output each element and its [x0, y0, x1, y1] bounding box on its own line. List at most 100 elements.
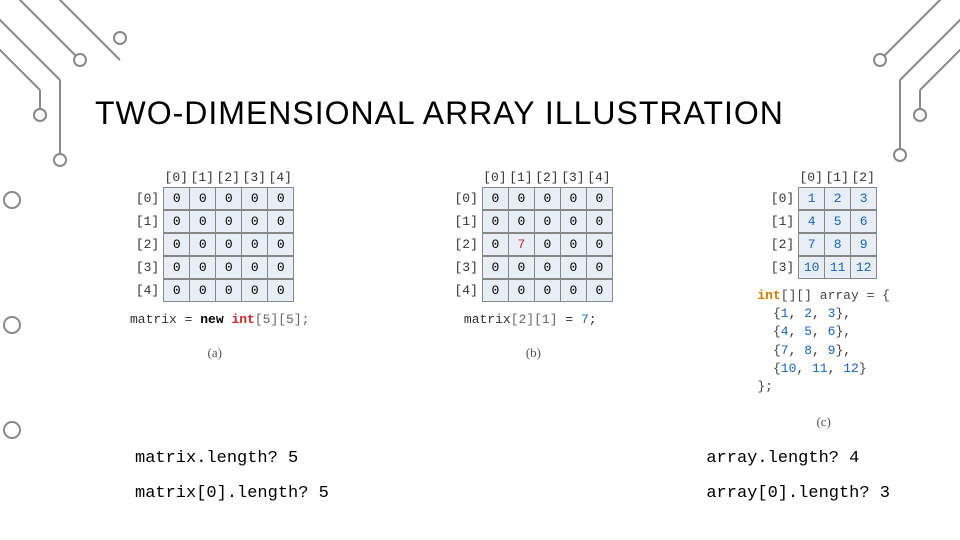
cell: 0 [164, 211, 190, 233]
row-header: [1] [135, 214, 163, 229]
col-headers-c: [0][1][2] [798, 170, 876, 185]
cell: 1 [799, 188, 825, 210]
cell: 0 [586, 234, 612, 256]
col-headers-b: [0][1][2][3][4] [482, 170, 612, 185]
col-header: [2] [215, 170, 241, 185]
cell: 0 [164, 257, 190, 279]
cell: 0 [586, 280, 612, 302]
code-row: {1, 2, 3}, [757, 306, 851, 321]
cell: 8 [825, 234, 851, 256]
cell: 7 [799, 234, 825, 256]
col-header: [1] [824, 170, 850, 185]
cell: 11 [825, 257, 851, 279]
col-header: [0] [163, 170, 189, 185]
cell: 0 [482, 188, 508, 210]
question-line: matrix.length? 5 [135, 441, 329, 477]
cell: 5 [825, 211, 851, 233]
cell: 0 [268, 257, 294, 279]
row-header: [4] [135, 283, 163, 298]
cell: 9 [851, 234, 877, 256]
cell: 0 [560, 234, 586, 256]
cell: 6 [851, 211, 877, 233]
row-header: [2] [770, 237, 798, 252]
row-header: [4] [454, 283, 482, 298]
col-header: [1] [508, 170, 534, 185]
cell: 10 [799, 257, 825, 279]
row-header: [2] [454, 237, 482, 252]
cell: 0 [268, 188, 294, 210]
questions-left: matrix.length? 5matrix[0].length? 5 [135, 441, 329, 512]
cell: 0 [164, 234, 190, 256]
cell: 0 [534, 211, 560, 233]
row-header: [0] [135, 191, 163, 206]
cell: 0 [268, 280, 294, 302]
cell: 0 [268, 211, 294, 233]
panel-a: [0][1][2][3][4] [0]00000[1]00000[2]00000… [120, 170, 309, 430]
cell: 0 [242, 280, 268, 302]
cell: 0 [164, 188, 190, 210]
row-header: [0] [770, 191, 798, 206]
cell: 0 [216, 257, 242, 279]
row-header: [1] [454, 214, 482, 229]
cell: 0 [190, 188, 216, 210]
cell: 0 [508, 257, 534, 279]
cell: 0 [560, 211, 586, 233]
cell: 0 [164, 280, 190, 302]
cell: 0 [534, 280, 560, 302]
cell: 0 [242, 257, 268, 279]
cell: 0 [586, 257, 612, 279]
cell: 7 [508, 234, 534, 256]
sub-a: (a) [208, 345, 222, 361]
cell: 0 [482, 280, 508, 302]
cell: 0 [482, 211, 508, 233]
col-header: [3] [560, 170, 586, 185]
question-line: array[0].length? 3 [706, 476, 890, 512]
cell: 0 [216, 280, 242, 302]
cell: 0 [534, 257, 560, 279]
col-headers-a: [0][1][2][3][4] [163, 170, 293, 185]
row-header: [0] [454, 191, 482, 206]
col-header: [0] [798, 170, 824, 185]
cell: 0 [190, 234, 216, 256]
question-line: array.length? 4 [706, 441, 890, 477]
panels-row: [0][1][2][3][4] [0]00000[1]00000[2]00000… [120, 170, 890, 430]
cell: 0 [560, 257, 586, 279]
cell: 0 [216, 188, 242, 210]
cell: 0 [482, 234, 508, 256]
cell: 0 [586, 188, 612, 210]
caption-a: matrix = new int[5][5]; [130, 312, 309, 327]
row-header: [3] [135, 260, 163, 275]
page-title: TWO-DIMENSIONAL ARRAY ILLUSTRATION [95, 95, 784, 132]
row-header: [3] [454, 260, 482, 275]
sub-b: (b) [526, 345, 541, 361]
cell: 0 [190, 280, 216, 302]
col-header: [2] [534, 170, 560, 185]
cell: 12 [851, 257, 877, 279]
cell: 3 [851, 188, 877, 210]
col-header: [2] [850, 170, 876, 185]
cell: 4 [799, 211, 825, 233]
cell: 0 [190, 211, 216, 233]
cell: 2 [825, 188, 851, 210]
cell: 0 [508, 280, 534, 302]
questions-row: matrix.length? 5matrix[0].length? 5 arra… [135, 441, 890, 512]
panel-b: [0][1][2][3][4] [0]00000[1]00000[2]07000… [454, 170, 613, 430]
cell: 0 [560, 188, 586, 210]
caption-c: int[][] array = { {1, 2, 3}, {4, 5, 6}, … [757, 287, 890, 396]
cell: 0 [268, 234, 294, 256]
row-header: [3] [770, 260, 798, 275]
questions-right: array.length? 4array[0].length? 3 [706, 441, 890, 512]
cell: 0 [560, 280, 586, 302]
cell: 0 [534, 234, 560, 256]
cell: 0 [242, 188, 268, 210]
cell: 0 [190, 257, 216, 279]
col-header: [1] [189, 170, 215, 185]
col-header: [4] [586, 170, 612, 185]
cell: 0 [482, 257, 508, 279]
col-header: [3] [241, 170, 267, 185]
cell: 0 [242, 211, 268, 233]
code-row: {4, 5, 6}, [757, 324, 851, 339]
cell: 0 [586, 211, 612, 233]
code-row: {7, 8, 9}, [757, 343, 851, 358]
panel-c: [0][1][2] [0]123[1]456[2]789[3]101112 in… [757, 170, 890, 430]
